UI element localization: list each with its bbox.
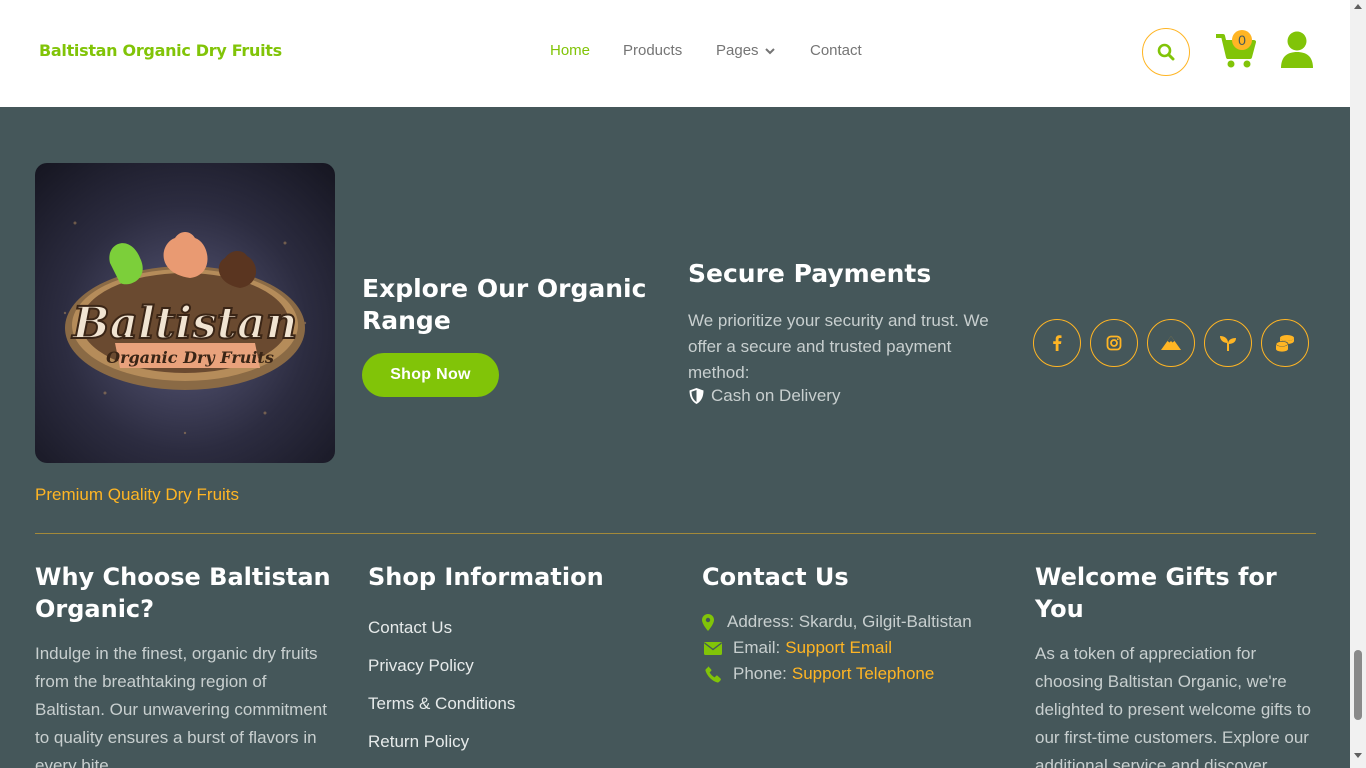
nav-products[interactable]: Products	[623, 42, 682, 59]
why-choose-heading: Why Choose Baltistan Organic?	[35, 563, 331, 623]
support-email-link[interactable]: Support Email	[785, 638, 892, 658]
map-marker-icon	[702, 613, 714, 631]
facebook-icon	[1053, 335, 1062, 351]
chevron-down-icon	[764, 47, 775, 54]
link-terms-conditions[interactable]: Terms & Conditions	[368, 694, 515, 714]
explore-heading: Explore Our Organic Range	[362, 274, 647, 335]
shield-icon	[689, 388, 704, 404]
nav-home[interactable]: Home	[550, 42, 590, 59]
instagram-link[interactable]	[1090, 319, 1138, 367]
welcome-gifts-heading: Welcome Gifts for You	[1035, 563, 1277, 623]
contact-phone: Phone: Support Telephone	[702, 664, 934, 684]
facebook-link[interactable]	[1033, 319, 1081, 367]
shop-information-heading: Shop Information	[368, 563, 604, 591]
logo-text-subtitle: Organic Dry Fruits	[106, 348, 274, 367]
coins-icon	[1275, 335, 1294, 352]
support-telephone-link[interactable]: Support Telephone	[792, 664, 934, 684]
payment-method-label: Cash on Delivery	[711, 386, 841, 405]
contact-phone-label: Phone:	[733, 664, 787, 683]
link-privacy-policy[interactable]: Privacy Policy	[368, 656, 474, 676]
logo-artwork: Baltistan Organic Dry Fruits	[63, 221, 307, 435]
why-choose-text: Indulge in the finest, organic dry fruit…	[35, 644, 327, 768]
secure-payments-text: We prioritize your security and trust. W…	[688, 311, 989, 382]
tagline: Premium Quality Dry Fruits	[35, 485, 240, 504]
nav-pages-dropdown[interactable]: Pages	[716, 42, 775, 59]
site-header: Baltistan Organic Dry Fruits Home Produc…	[0, 0, 1350, 107]
social-links	[1033, 319, 1318, 367]
footer-divider	[35, 533, 1316, 534]
secure-payments-heading: Secure Payments	[688, 259, 932, 288]
logo-text-baltistan: Baltistan	[70, 298, 297, 349]
nav-contact[interactable]: Contact	[810, 42, 862, 59]
link-contact-us[interactable]: Contact Us	[368, 618, 452, 638]
seedling-link[interactable]	[1204, 319, 1252, 367]
user-icon	[1281, 31, 1313, 68]
phone-icon	[702, 665, 724, 683]
user-account-button[interactable]	[1280, 30, 1314, 70]
scroll-up-arrow-icon[interactable]	[1354, 4, 1362, 9]
contact-address: Address: Skardu, Gilgit-Baltistan	[702, 612, 972, 632]
instagram-icon	[1106, 335, 1122, 351]
page-scrollbar[interactable]	[1350, 0, 1366, 768]
contact-address-text: Address: Skardu, Gilgit-Baltistan	[727, 612, 972, 631]
envelope-icon	[702, 641, 724, 655]
cart-button[interactable]: 0	[1214, 30, 1258, 70]
payment-method: Cash on Delivery	[688, 386, 840, 406]
nav-pages-label: Pages	[716, 42, 759, 59]
brand-name[interactable]: Baltistan Organic Dry Fruits	[39, 41, 282, 60]
mountain-link[interactable]	[1147, 319, 1195, 367]
contact-email: Email: Support Email	[702, 638, 892, 658]
seedling-icon	[1220, 336, 1236, 351]
scrollbar-thumb[interactable]	[1354, 650, 1362, 720]
contact-us-heading: Contact Us	[702, 563, 849, 591]
cart-count-badge: 0	[1232, 30, 1252, 50]
scroll-down-arrow-icon[interactable]	[1354, 753, 1362, 758]
brand-logo-image: Baltistan Organic Dry Fruits	[35, 163, 335, 463]
coins-link[interactable]	[1261, 319, 1309, 367]
welcome-gifts-text: As a token of appreciation for choosing …	[1035, 644, 1311, 768]
search-icon	[1157, 43, 1175, 61]
mountain-icon	[1161, 336, 1181, 350]
search-button[interactable]	[1142, 28, 1190, 76]
link-return-policy[interactable]: Return Policy	[368, 732, 469, 752]
shop-now-button[interactable]: Shop Now	[362, 353, 499, 397]
contact-email-label: Email:	[733, 638, 781, 657]
